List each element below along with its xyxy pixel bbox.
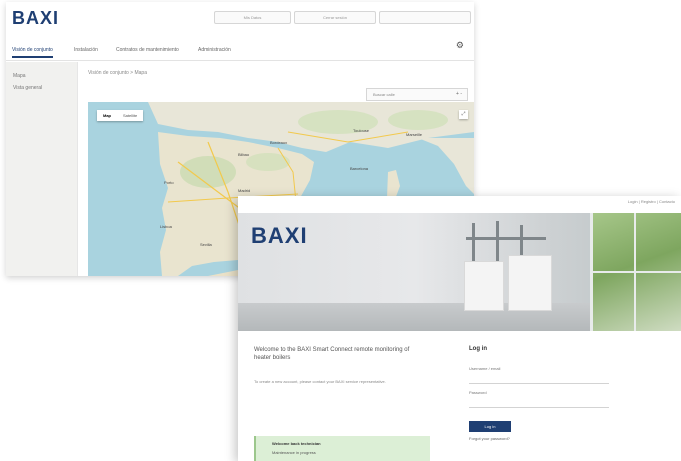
username-input[interactable] [469,374,609,384]
map-label-lisboa: Lisboa [160,224,172,229]
baxi-logo: BAXI [12,8,60,28]
map-type-map-button[interactable]: Map [97,110,117,121]
boiler-image [508,255,552,311]
notice-line-1: Welcome back technician [272,441,321,446]
breadcrumb: Visión de conjunto > Mapa [88,70,147,76]
map-label-barcelona: Barcelona [350,166,369,171]
hero-banner: BAXI [238,213,681,331]
password-label: Password [469,390,487,395]
top-links[interactable]: Login | Registro | Contacto [628,199,675,204]
tab-overview[interactable]: Visión de conjunto [12,47,53,58]
hero-pipe [472,223,475,263]
top-field-logout[interactable]: Cerrar sesión [294,11,376,24]
sidebar-item-map[interactable]: Mapa [6,70,77,82]
gear-icon[interactable]: ⚙ [456,40,464,51]
hero-pipe [466,237,546,240]
hero-mullion [590,271,681,273]
notice-line-2: Maintenance in progress [272,450,316,455]
password-input[interactable] [469,398,609,408]
map-type-satellite-button[interactable]: Satellite [117,110,143,121]
map-label-toulouse: Toulouse [353,128,370,133]
location-select[interactable]: Buscar calle + - [366,88,468,101]
welcome-body: To create a new account, please contact … [254,379,386,384]
map-label-sevilla: Sevilla [200,242,212,247]
tab-maintenance-contracts[interactable]: Contratos de mantenimiento [116,47,179,53]
top-field-user[interactable]: Mis Datos [214,11,291,24]
baxi-logo: BAXI [251,223,308,248]
map-label-porto: Porto [164,180,174,185]
top-field-search[interactable] [379,11,471,24]
login-window: Login | Registro | Contacto BAXI Welcome… [238,196,681,461]
map-type-toggle: Map Satellite [97,110,144,121]
map-label-marseille: Marseille [406,132,423,137]
welcome-title: Welcome to the BAXI Smart Connect remote… [254,347,410,361]
main-tab-bar: Visión de conjunto Instalación Contratos… [6,42,474,61]
hero-pipe [496,221,499,263]
fullscreen-icon[interactable]: ⤢ [459,110,468,119]
tab-installation[interactable]: Instalación [74,47,98,53]
map-label-madrid: Madrid [238,188,251,193]
map-label-bilbao: Bilbao [238,152,250,157]
login-top-bar: Login | Registro | Contacto [238,196,681,213]
location-select-value: Buscar calle [373,92,395,97]
boiler-image [464,261,504,311]
zoom-controls[interactable]: + - [456,89,462,100]
notice-box: Welcome back technician Maintenance in p… [254,436,430,461]
login-button[interactable]: Log in [469,421,511,432]
username-label: Username / email [469,366,501,371]
map-label-bordeaux: Bordeaux [270,140,288,145]
sidebar: Mapa Vista general [6,62,78,276]
login-title: Log in [469,346,487,352]
sidebar-item-overview[interactable]: Vista general [6,82,77,94]
tab-administration[interactable]: Administración [198,47,231,53]
forgot-password-link[interactable]: Forgot your password? [469,436,510,441]
